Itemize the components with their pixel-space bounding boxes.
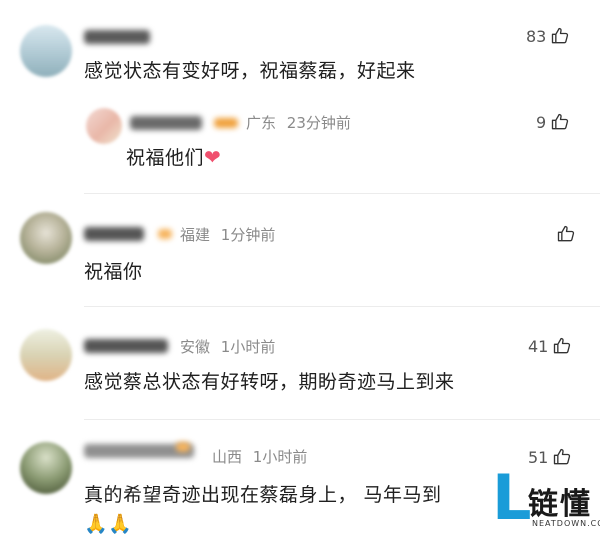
location: 福建 — [180, 226, 211, 244]
logo-domain: NEATDOWN.COM — [532, 519, 600, 528]
location: 广东 — [246, 114, 277, 132]
like-count: 41 — [528, 336, 549, 356]
reply-text: 祝福他们❤ — [126, 143, 221, 170]
avatar[interactable] — [20, 25, 72, 77]
badge-blurred — [176, 442, 190, 452]
thumbs-up-icon — [554, 337, 571, 354]
nickname-blurred[interactable] — [130, 116, 202, 130]
comment-text: 感觉状态有变好呀，祝福蔡磊，好起来 — [84, 60, 416, 82]
logo-name: 链懂 — [528, 487, 592, 522]
badge-blurred — [158, 229, 172, 239]
logo-letter: L — [492, 461, 532, 534]
like-button[interactable]: 83 — [526, 26, 570, 46]
comment-meta: 福建 1分钟前 — [180, 224, 275, 245]
comment-text: 感觉蔡总状态有好转呀，期盼奇迹马上到来 — [84, 371, 455, 393]
prayer-emoji: 🙏🙏 — [84, 513, 133, 535]
reply-text-body: 祝福他们 — [126, 147, 205, 169]
thumbs-up-icon — [554, 448, 571, 465]
nickname-blurred[interactable] — [84, 339, 168, 353]
like-count: 9 — [536, 112, 547, 132]
comment-text: 真的希望奇迹出现在蔡磊身上， 马年马到 — [84, 484, 442, 506]
avatar[interactable] — [20, 442, 72, 494]
comment-text: 祝福你 — [84, 261, 143, 283]
avatar[interactable] — [20, 329, 72, 381]
nickname-blurred[interactable] — [84, 227, 144, 241]
like-button[interactable] — [552, 224, 576, 244]
location: 山西 — [212, 448, 243, 466]
watermark-logo: L 链懂 NEATDOWN.COM — [488, 465, 600, 543]
thumbs-up-icon — [557, 225, 575, 242]
reply-item: 广东 23分钟前 9 祝福他们❤ — [0, 100, 600, 192]
comment-meta: 山西 1小时前 — [212, 446, 307, 467]
timestamp: 1小时前 — [252, 448, 308, 466]
avatar[interactable] — [86, 108, 122, 144]
badge-blurred — [214, 118, 238, 128]
timestamp: 1分钟前 — [220, 226, 276, 244]
like-button[interactable]: 9 — [536, 112, 570, 132]
avatar[interactable] — [20, 212, 72, 264]
comment-meta: 安徽 1小时前 — [180, 336, 275, 357]
comment-item: 安徽 1小时前 41 感觉蔡总状态有好转呀，期盼奇迹马上到来 — [0, 307, 600, 417]
heart-emoji: ❤ — [204, 145, 222, 169]
thumbs-up-icon — [552, 113, 569, 130]
comment-item: 福建 1分钟前 祝福你 — [0, 194, 600, 304]
timestamp: 1小时前 — [220, 338, 276, 356]
like-button[interactable]: 41 — [528, 336, 572, 356]
thumbs-up-icon — [552, 27, 569, 44]
like-count: 83 — [526, 26, 547, 46]
location: 安徽 — [180, 338, 211, 356]
like-button[interactable]: 51 — [528, 447, 572, 467]
nickname-blurred[interactable] — [84, 30, 150, 44]
timestamp: 23分钟前 — [286, 114, 351, 132]
comment-item: 83 感觉状态有变好呀，祝福蔡磊，好起来 — [0, 0, 600, 100]
reply-meta: 广东 23分钟前 — [246, 112, 351, 133]
